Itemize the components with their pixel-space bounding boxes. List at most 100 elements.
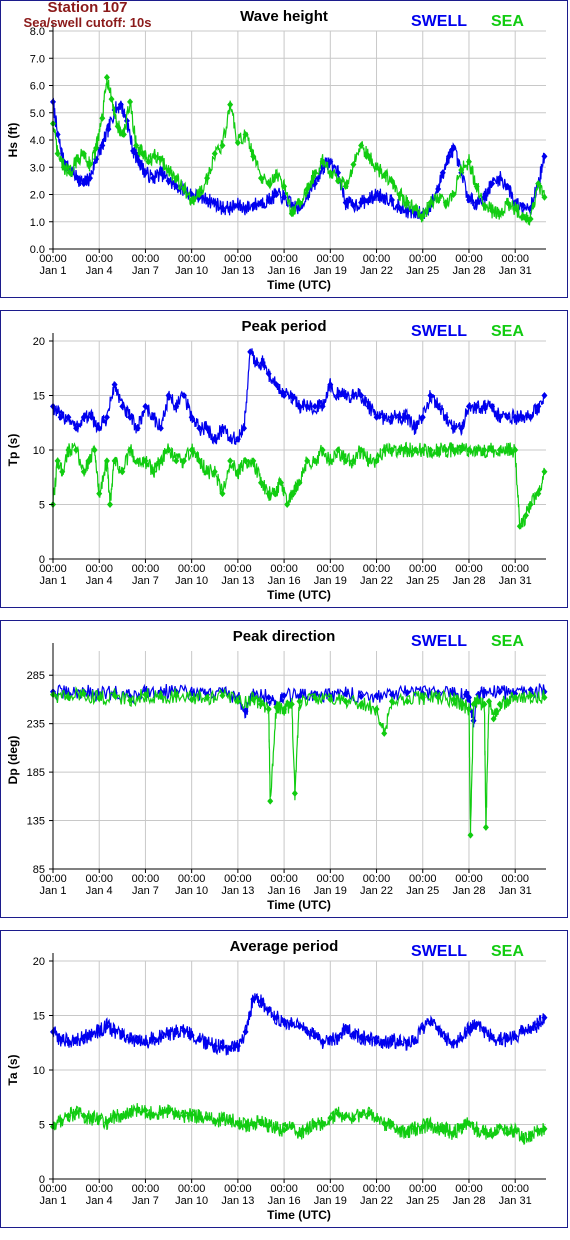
x-axis-label: Time (UTC) xyxy=(267,898,331,912)
x-tick-time-label: 00:00 xyxy=(39,873,67,885)
data-point-sea xyxy=(467,831,474,839)
data-point-sea xyxy=(482,823,489,831)
x-tick-date-label: Jan 19 xyxy=(314,575,347,587)
x-tick-time-label: 00:00 xyxy=(317,253,345,265)
station-name: Station 107 xyxy=(47,0,128,16)
data-point-sea xyxy=(219,141,226,149)
x-tick-time-label: 00:00 xyxy=(178,873,206,885)
data-point-sea xyxy=(54,150,61,158)
chart-svg: 0510152000:00Jan 100:00Jan 400:00Jan 700… xyxy=(6,938,548,1222)
x-tick-time-label: 00:00 xyxy=(409,1183,437,1195)
y-tick-label: 6.0 xyxy=(30,81,45,93)
x-axis-label: Time (UTC) xyxy=(267,278,331,292)
data-point-sea xyxy=(265,705,272,713)
x-tick-time-label: 00:00 xyxy=(39,253,67,265)
data-point-swell xyxy=(427,392,434,399)
x-tick-date-label: Jan 31 xyxy=(499,1195,532,1207)
cutoff-label: Sea/swell cutoff: 10s xyxy=(23,15,152,30)
x-tick-date-label: Jan 28 xyxy=(452,1195,485,1207)
station-header: Station 107 Sea/swell cutoff: 10s xyxy=(0,0,175,30)
y-tick-label: 2.0 xyxy=(30,190,45,202)
data-point-swell xyxy=(296,1022,303,1030)
legend-sea: SEA xyxy=(491,13,524,30)
x-tick-time-label: 00:00 xyxy=(455,873,483,885)
x-tick-time-label: 00:00 xyxy=(270,563,298,575)
legend-swell: SWELL xyxy=(411,943,467,960)
x-tick-time-label: 00:00 xyxy=(224,873,252,885)
x-tick-date-label: Jan 1 xyxy=(40,885,67,897)
y-tick-label: 3.0 xyxy=(30,162,45,174)
y-tick-label: 20 xyxy=(33,956,45,968)
x-tick-time-label: 00:00 xyxy=(270,1183,298,1195)
x-tick-date-label: Jan 22 xyxy=(360,575,393,587)
x-tick-time-label: 00:00 xyxy=(39,1183,67,1195)
chart-title: Peak period xyxy=(241,318,326,335)
data-point-sea xyxy=(291,789,298,797)
x-tick-date-label: Jan 25 xyxy=(406,885,439,897)
x-tick-date-label: Jan 31 xyxy=(499,265,532,277)
legend-swell: SWELL xyxy=(411,323,467,340)
x-tick-time-label: 00:00 xyxy=(270,253,298,265)
data-point-sea xyxy=(99,114,106,122)
x-tick-time-label: 00:00 xyxy=(85,563,113,575)
data-point-sea xyxy=(103,73,110,81)
x-tick-time-label: 00:00 xyxy=(224,253,252,265)
data-point-swell xyxy=(541,152,548,160)
x-tick-date-label: Jan 13 xyxy=(221,265,254,277)
x-tick-date-label: Jan 7 xyxy=(132,265,159,277)
legend-sea: SEA xyxy=(491,323,524,340)
data-point-swell xyxy=(242,1028,249,1036)
chart-panel-peak-period: 0 5 10 15 20 00:00 Jan 1 00:00 Jan 4 00:00 Jan 7 00… xyxy=(0,310,568,608)
data-point-sea xyxy=(107,501,114,508)
y-tick-label: 5 xyxy=(39,1120,45,1132)
x-tick-date-label: Jan 10 xyxy=(175,1195,208,1207)
x-tick-date-label: Jan 16 xyxy=(268,575,301,587)
x-tick-time-label: 00:00 xyxy=(270,873,298,885)
y-tick-label: 15 xyxy=(33,1011,45,1023)
chart-panel-wave-height: 0.0 1.0 2.0 3.0 4.0 5.0 6.0 7.0 8.0 00:00 Jan 1 00:… xyxy=(0,0,568,298)
x-axis-label: Time (UTC) xyxy=(267,588,331,602)
x-tick-time-label: 00:00 xyxy=(85,253,113,265)
x-tick-date-label: Jan 22 xyxy=(360,885,393,897)
x-tick-time-label: 00:00 xyxy=(409,253,437,265)
legend-swell: SWELL xyxy=(411,633,467,650)
x-tick-date-label: Jan 1 xyxy=(40,575,67,587)
x-tick-time-label: 00:00 xyxy=(501,563,529,575)
x-tick-time-label: 00:00 xyxy=(317,563,345,575)
data-point-sea xyxy=(541,468,548,476)
x-tick-date-label: Jan 4 xyxy=(86,1195,113,1207)
data-point-sea xyxy=(335,446,342,454)
y-tick-label: 5 xyxy=(39,500,45,512)
x-tick-date-label: Jan 4 xyxy=(86,885,113,897)
y-axis-label: Hs (ft) xyxy=(6,123,20,158)
x-tick-date-label: Jan 1 xyxy=(40,265,67,277)
x-tick-date-label: Jan 13 xyxy=(221,575,254,587)
x-tick-time-label: 00:00 xyxy=(455,253,483,265)
data-point-swell xyxy=(541,392,548,399)
y-tick-label: 10 xyxy=(33,445,45,457)
x-tick-date-label: Jan 13 xyxy=(221,1195,254,1207)
y-tick-label: 4.0 xyxy=(30,135,45,147)
chart-title: Wave height xyxy=(240,8,328,25)
x-tick-time-label: 00:00 xyxy=(224,1183,252,1195)
x-tick-date-label: Jan 13 xyxy=(221,885,254,897)
y-axis-label: Ta (s) xyxy=(6,1054,20,1085)
x-tick-time-label: 00:00 xyxy=(409,873,437,885)
x-tick-time-label: 00:00 xyxy=(363,563,391,575)
x-tick-time-label: 00:00 xyxy=(455,563,483,575)
x-tick-date-label: Jan 22 xyxy=(360,265,393,277)
x-tick-time-label: 00:00 xyxy=(501,253,529,265)
x-tick-date-label: Jan 22 xyxy=(360,1195,393,1207)
data-point-swell xyxy=(165,392,172,399)
chart-title: Average period xyxy=(230,938,339,955)
x-tick-time-label: 00:00 xyxy=(317,1183,345,1195)
chart-title: Peak direction xyxy=(233,628,336,645)
data-point-sea xyxy=(267,797,274,805)
series-line-sea xyxy=(52,441,546,530)
x-tick-date-label: Jan 7 xyxy=(132,885,159,897)
x-tick-time-label: 00:00 xyxy=(132,873,160,885)
x-tick-date-label: Jan 10 xyxy=(175,575,208,587)
data-point-sea xyxy=(127,98,134,106)
y-tick-label: 235 xyxy=(27,719,45,731)
y-tick-label: 15 xyxy=(33,391,45,403)
